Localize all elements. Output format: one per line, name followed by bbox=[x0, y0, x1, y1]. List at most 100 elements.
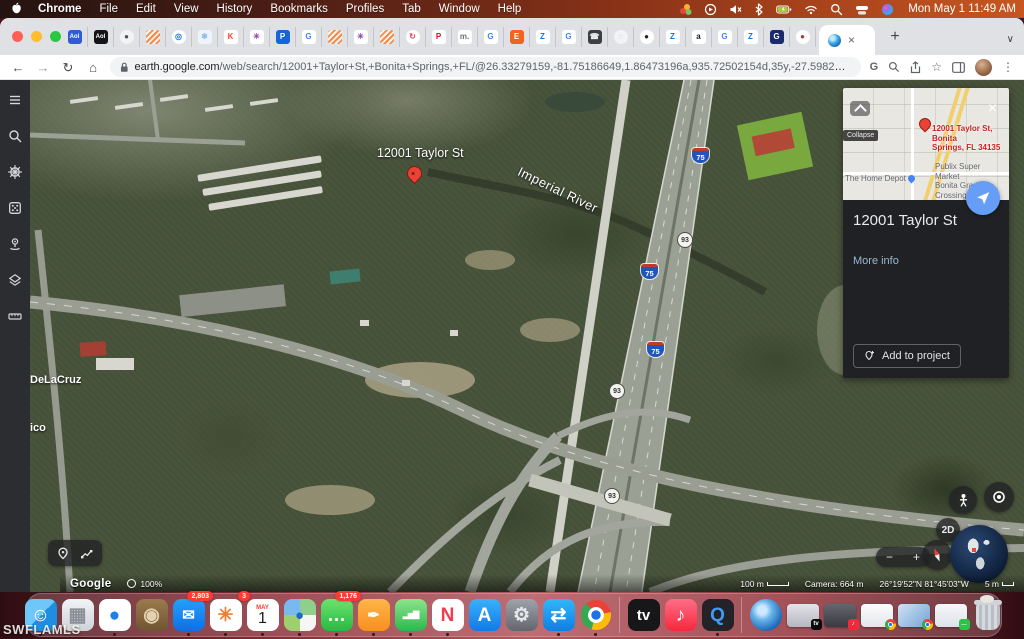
dock-calendar[interactable]: MAY1 bbox=[245, 594, 280, 636]
back-button[interactable]: ← bbox=[10, 61, 26, 74]
pinned-tab[interactable]: Z bbox=[738, 27, 764, 47]
pegman-button[interactable] bbox=[949, 486, 977, 514]
dock-music[interactable]: ♪ bbox=[663, 594, 698, 636]
home-button[interactable]: ⌂ bbox=[85, 61, 101, 74]
menu-file[interactable]: File bbox=[90, 3, 127, 15]
projects-icon[interactable] bbox=[5, 234, 25, 254]
maps-icon[interactable]: ● bbox=[284, 599, 316, 631]
directions-button[interactable] bbox=[966, 181, 1000, 215]
pinned-tab[interactable]: G bbox=[764, 27, 790, 47]
browser-menu-icon[interactable]: ⋮ bbox=[1002, 61, 1014, 73]
menubar-clock[interactable]: Mon May 1 11:49 AM bbox=[908, 3, 1016, 15]
menu-edit[interactable]: Edit bbox=[127, 3, 165, 15]
dock-teamviewer[interactable]: ⇄ bbox=[541, 594, 576, 636]
search-icon[interactable] bbox=[5, 126, 25, 146]
menu-history[interactable]: History bbox=[208, 3, 262, 15]
add-to-project-button[interactable]: Add to project bbox=[853, 344, 961, 368]
pinned-tab[interactable]: G bbox=[712, 27, 738, 47]
dock-app-store[interactable]: A bbox=[467, 594, 502, 636]
tab-close-icon[interactable]: × bbox=[848, 34, 855, 46]
extras-icon[interactable] bbox=[679, 3, 692, 16]
main-menu-icon[interactable] bbox=[5, 90, 25, 110]
display-icon[interactable] bbox=[855, 3, 869, 16]
menu-help[interactable]: Help bbox=[489, 3, 531, 15]
close-card-button[interactable]: ✕ bbox=[983, 99, 1002, 116]
pinned-tab[interactable] bbox=[140, 27, 166, 47]
pinned-tab[interactable]: Aol bbox=[88, 27, 114, 47]
calendar-icon[interactable]: MAY1 bbox=[247, 599, 279, 631]
dock-quicktime[interactable]: Q bbox=[700, 594, 735, 636]
google-logo[interactable]: Google bbox=[70, 578, 111, 590]
pinned-tab[interactable]: ● bbox=[634, 27, 660, 47]
dock-safari[interactable]: ● bbox=[97, 594, 132, 636]
spotlight-icon[interactable] bbox=[830, 3, 843, 16]
dock-news[interactable]: N bbox=[430, 594, 465, 636]
dock-maps[interactable]: ● bbox=[282, 594, 317, 636]
new-tab-button[interactable]: + bbox=[883, 25, 907, 49]
pinned-tab[interactable]: ● bbox=[790, 27, 816, 47]
dock-minimized-window-chrome-2[interactable] bbox=[896, 594, 931, 636]
dock-messages[interactable]: …1,176 bbox=[319, 594, 354, 636]
pinned-tab[interactable]: G bbox=[478, 27, 504, 47]
dock-minimized-window-chrome-1[interactable] bbox=[859, 594, 894, 636]
apple-tv-icon[interactable]: tv bbox=[628, 599, 660, 631]
system-settings-icon[interactable]: ⚙ bbox=[506, 599, 538, 631]
minimized-window-music-icon[interactable]: ♪ bbox=[824, 604, 856, 627]
layers-icon[interactable] bbox=[5, 270, 25, 290]
forward-button[interactable]: → bbox=[35, 61, 51, 74]
pinned-tab[interactable]: Aol bbox=[62, 27, 88, 47]
pinned-tab[interactable] bbox=[322, 27, 348, 47]
dock-photos[interactable]: ✳3 bbox=[208, 594, 243, 636]
mail-icon[interactable]: ✉ bbox=[173, 599, 205, 631]
dock-mail[interactable]: ✉2,803 bbox=[171, 594, 206, 636]
mute-icon[interactable] bbox=[729, 3, 742, 16]
pinned-tab[interactable]: G bbox=[296, 27, 322, 47]
pinned-tab[interactable]: ◌ bbox=[608, 27, 634, 47]
bookmark-star-icon[interactable]: ☆ bbox=[931, 61, 942, 73]
bluetooth-icon[interactable] bbox=[754, 3, 764, 16]
menu-chrome[interactable]: Chrome bbox=[29, 3, 90, 15]
pages-icon[interactable]: ✒ bbox=[358, 599, 390, 631]
measure-icon[interactable] bbox=[5, 306, 25, 326]
close-window-button[interactable] bbox=[12, 31, 23, 42]
pinned-tab[interactable]: P bbox=[426, 27, 452, 47]
battery-icon[interactable] bbox=[776, 3, 792, 16]
minimized-window-tv-icon[interactable]: tv bbox=[787, 604, 819, 627]
dock-minimized-window-tv[interactable]: tv bbox=[785, 594, 820, 636]
minimize-window-button[interactable] bbox=[31, 31, 42, 42]
side-panel-icon[interactable] bbox=[952, 62, 965, 73]
pinned-tab[interactable]: E bbox=[504, 27, 530, 47]
imagery-zoom[interactable]: 100% bbox=[127, 579, 162, 589]
pinned-tab[interactable]: ✳ bbox=[244, 27, 270, 47]
menu-tab[interactable]: Tab bbox=[393, 3, 430, 15]
minimized-globe-icon[interactable] bbox=[750, 599, 782, 631]
zoom-in-button[interactable]: + bbox=[913, 550, 920, 564]
minimized-window-chrome-2-icon[interactable] bbox=[898, 604, 930, 627]
minimized-window-chrome-1-icon[interactable] bbox=[861, 604, 893, 627]
feeling-lucky-dice-icon[interactable] bbox=[5, 198, 25, 218]
messages-icon[interactable]: … bbox=[321, 599, 353, 631]
dock-pages[interactable]: ✒ bbox=[356, 594, 391, 636]
pinned-tab[interactable]: ✳ bbox=[348, 27, 374, 47]
dock-minimized-window-music[interactable]: ♪ bbox=[822, 594, 857, 636]
voyager-icon[interactable] bbox=[5, 162, 25, 182]
pinned-tab[interactable]: a bbox=[686, 27, 712, 47]
dock-system-settings[interactable]: ⚙ bbox=[504, 594, 539, 636]
pinned-tab[interactable] bbox=[374, 27, 400, 47]
my-location-button[interactable] bbox=[984, 482, 1014, 512]
tab-overflow-chevron-icon[interactable]: ∨ bbox=[1007, 35, 1014, 45]
safari-icon[interactable]: ● bbox=[99, 599, 131, 631]
photos-icon[interactable]: ✳ bbox=[210, 599, 242, 631]
zoom-out-button[interactable]: − bbox=[886, 550, 893, 564]
wifi-icon[interactable] bbox=[804, 3, 818, 16]
dock-numbers[interactable]: ▂▅▇ bbox=[393, 594, 428, 636]
menu-profiles[interactable]: Profiles bbox=[337, 3, 393, 15]
dock-minimized-globe[interactable] bbox=[748, 594, 783, 636]
google-extension-icon[interactable]: G bbox=[870, 61, 879, 73]
pinned-tab[interactable]: ● bbox=[114, 27, 140, 47]
menu-view[interactable]: View bbox=[165, 3, 208, 15]
more-info-link[interactable]: More info bbox=[853, 255, 999, 267]
pinned-tab[interactable]: P bbox=[270, 27, 296, 47]
pinned-tab[interactable]: ☎ bbox=[582, 27, 608, 47]
teamviewer-icon[interactable]: ⇄ bbox=[543, 599, 575, 631]
